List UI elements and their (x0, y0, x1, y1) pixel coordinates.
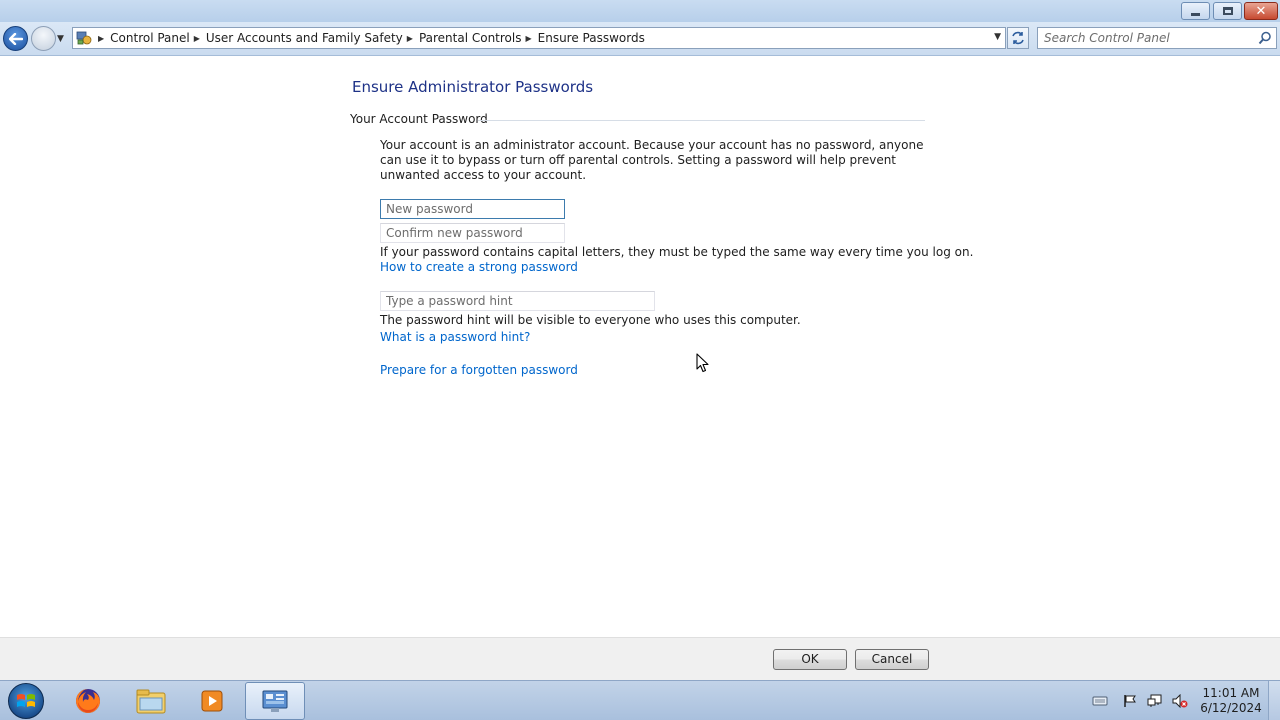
taskbar-media-player-button[interactable] (182, 682, 242, 720)
taskbar-firefox-button[interactable] (58, 682, 118, 720)
search-icon[interactable] (1258, 31, 1272, 45)
breadcrumb-separator-icon[interactable]: ▶ (194, 34, 200, 43)
action-center-flag-icon[interactable] (1122, 694, 1138, 708)
keyboard-icon[interactable] (1092, 694, 1108, 708)
hint-visibility-note: The password hint will be visible to eve… (380, 313, 801, 327)
forward-button[interactable] (31, 26, 56, 51)
breadcrumb-separator-icon[interactable]: ▶ (525, 34, 531, 43)
account-description: Your account is an administrator account… (380, 138, 924, 182)
content-area: Ensure Administrator Passwords Your Acco… (0, 57, 1280, 637)
close-icon: ✕ (1255, 3, 1267, 19)
new-password-input[interactable] (381, 200, 564, 218)
network-icon[interactable] (1147, 694, 1163, 708)
minimize-icon (1191, 12, 1200, 16)
breadcrumb-separator-icon[interactable]: ▶ (407, 34, 413, 43)
start-button[interactable] (8, 683, 44, 719)
taskbar-control-panel-button[interactable] (245, 682, 305, 720)
minimize-button[interactable] (1181, 2, 1210, 20)
control-panel-icon (262, 690, 288, 712)
breadcrumb-ensure-passwords[interactable]: Ensure Passwords (538, 31, 645, 45)
close-button[interactable]: ✕ (1244, 2, 1278, 20)
show-desktop-button[interactable] (1268, 681, 1280, 720)
refresh-button[interactable] (1007, 27, 1029, 49)
navigation-bar: ▼ ▶ Control Panel ▶ User Accounts and Fa… (0, 22, 1280, 56)
clock-time: 11:01 AM (1202, 686, 1260, 700)
password-hint-help-link[interactable]: What is a password hint? (380, 330, 530, 344)
recent-pages-dropdown-icon[interactable]: ▼ (57, 34, 64, 44)
strong-password-link[interactable]: How to create a strong password (380, 260, 578, 274)
back-arrow-icon (8, 32, 23, 45)
password-hint-field[interactable] (380, 291, 655, 311)
taskbar: 11:01 AM 6/12/2024 (0, 680, 1280, 720)
volume-muted-icon[interactable] (1172, 694, 1188, 708)
confirm-password-field[interactable] (380, 223, 565, 243)
window-title-bar: ✕ (0, 0, 1280, 22)
address-dropdown-icon[interactable]: ▼ (994, 32, 1001, 42)
maximize-button[interactable] (1213, 2, 1242, 20)
system-clock[interactable]: 11:01 AM 6/12/2024 (1198, 686, 1264, 716)
password-hint-input[interactable] (381, 292, 654, 310)
section-divider (478, 120, 925, 121)
mouse-cursor-icon (696, 353, 709, 373)
search-input[interactable] (1044, 31, 1249, 45)
cancel-button[interactable]: Cancel (855, 649, 929, 670)
control-panel-icon (74, 28, 94, 48)
ok-button[interactable]: OK (773, 649, 847, 670)
breadcrumb-separator-icon[interactable]: ▶ (98, 34, 104, 43)
section-heading: Your Account Password (350, 112, 488, 126)
taskbar-explorer-button[interactable] (121, 682, 181, 720)
confirm-password-input[interactable] (381, 224, 564, 242)
address-bar[interactable]: ▶ Control Panel ▶ User Accounts and Fami… (72, 27, 1006, 49)
windows-explorer-icon (136, 689, 166, 714)
media-player-icon (201, 690, 223, 712)
page-title: Ensure Administrator Passwords (352, 78, 594, 96)
refresh-icon (1012, 31, 1024, 45)
forgotten-password-link[interactable]: Prepare for a forgotten password (380, 363, 578, 377)
breadcrumb-parental-controls[interactable]: Parental Controls (419, 31, 522, 45)
maximize-icon (1222, 7, 1233, 15)
firefox-icon (76, 689, 100, 713)
breadcrumb-user-accounts[interactable]: User Accounts and Family Safety (206, 31, 403, 45)
windows-logo-icon (17, 694, 35, 707)
back-button[interactable] (3, 26, 28, 51)
capital-letters-note: If your password contains capital letter… (380, 245, 974, 259)
breadcrumb-control-panel[interactable]: Control Panel (110, 31, 190, 45)
clock-date: 6/12/2024 (1200, 701, 1262, 715)
search-box[interactable] (1037, 27, 1277, 49)
new-password-field[interactable] (380, 199, 565, 219)
dialog-button-strip: OK Cancel (0, 637, 1280, 680)
